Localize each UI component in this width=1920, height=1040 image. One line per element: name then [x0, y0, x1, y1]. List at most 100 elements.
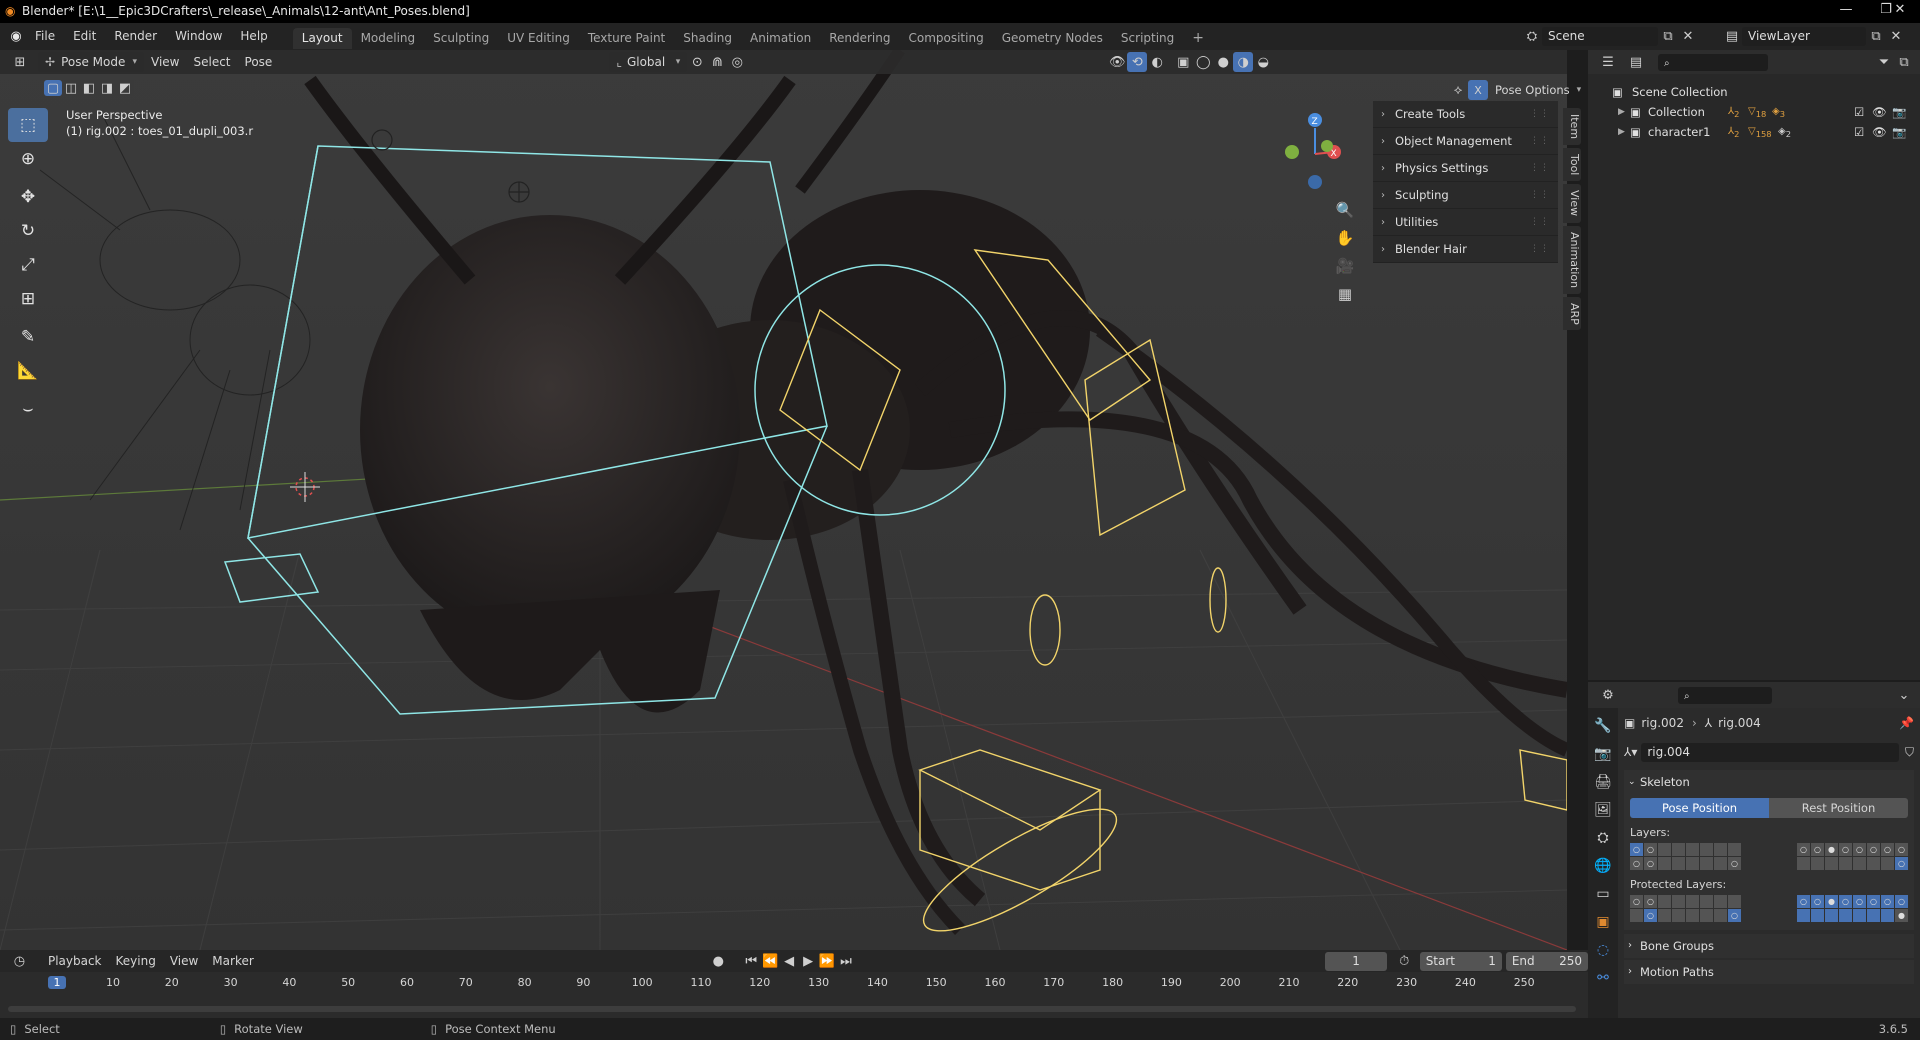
outliner-editor-icon[interactable]: ☰ — [1598, 52, 1618, 72]
layer-toggle[interactable]: ○ — [1644, 895, 1657, 908]
layer-toggle[interactable]: ○ — [1839, 895, 1852, 908]
layer-toggle[interactable] — [1700, 857, 1713, 870]
overlay-icon[interactable]: ◐ — [1147, 52, 1167, 72]
scene-icon[interactable]: ⛭ — [1522, 26, 1542, 46]
layer-toggle[interactable] — [1714, 895, 1727, 908]
properties-search-input[interactable]: ⌕ — [1678, 686, 1772, 704]
layer-toggle[interactable]: ○ — [1895, 843, 1908, 856]
select-invert-icon[interactable]: ◨ — [98, 80, 116, 96]
record-icon[interactable]: ● — [709, 951, 728, 971]
menu-help[interactable]: Help — [231, 23, 276, 50]
pan-hand-icon[interactable]: ✋ — [1332, 224, 1358, 252]
pose-options-dropdown[interactable]: Pose Options — [1488, 80, 1577, 100]
layer-toggle[interactable] — [1797, 857, 1810, 870]
delete-viewlayer-icon[interactable]: ✕ — [1886, 26, 1906, 46]
npanel-utilities[interactable]: › Utilities ⋮⋮ — [1373, 209, 1558, 236]
eye-icon[interactable]: 👁 — [1872, 122, 1887, 142]
new-scene-icon[interactable]: ⧉ — [1658, 26, 1678, 46]
layer-toggle[interactable]: ● — [1825, 843, 1838, 856]
armature-data-icon[interactable]: ⅄▾ — [1624, 745, 1637, 759]
jump-end-icon[interactable]: ⏭ — [837, 951, 856, 971]
tab-view[interactable]: View — [1563, 184, 1581, 223]
layer-toggle[interactable] — [1797, 909, 1810, 922]
eye-icon[interactable]: 👁 — [1872, 102, 1887, 122]
layer-toggle[interactable] — [1658, 843, 1671, 856]
render-tab-icon[interactable]: 📷 — [1588, 740, 1618, 768]
filter-icon[interactable]: ⏷ — [1874, 52, 1894, 72]
orientation-dropdown[interactable]: ⌞ Global ▾ — [609, 52, 688, 72]
end-frame-field[interactable]: End 250 — [1505, 951, 1588, 971]
layer-toggle[interactable]: ○ — [1881, 895, 1894, 908]
layer-toggle[interactable] — [1839, 857, 1852, 870]
render-camera-icon[interactable]: 📷 — [1892, 102, 1906, 122]
npanel-sculpting[interactable]: › Sculpting ⋮⋮ — [1373, 182, 1558, 209]
layer-toggle[interactable] — [1658, 857, 1671, 870]
menu-edit[interactable]: Edit — [64, 23, 105, 50]
rotate-tool-icon[interactable]: ↻ — [8, 214, 48, 248]
exclude-checkbox-icon[interactable]: ☑ — [1854, 122, 1864, 142]
layer-toggle[interactable] — [1686, 895, 1699, 908]
layer-toggle[interactable] — [1658, 909, 1671, 922]
pose-position-button[interactable]: Pose Position — [1630, 798, 1769, 818]
viewlayer-name-field[interactable]: ViewLayer — [1742, 26, 1866, 46]
play-reverse-icon[interactable]: ◀ — [780, 951, 799, 971]
tab-arp[interactable]: ARP — [1563, 296, 1581, 331]
layer-toggle[interactable]: ○ — [1895, 895, 1908, 908]
ortho-grid-icon[interactable]: ▦ — [1332, 280, 1358, 308]
menu-render[interactable]: Render — [105, 23, 166, 50]
constraints-tab-icon[interactable]: ⚯ — [1588, 964, 1618, 992]
delete-scene-icon[interactable]: ✕ — [1678, 26, 1698, 46]
select-extend-icon[interactable]: ◫ — [62, 80, 80, 96]
menu-marker[interactable]: Marker — [205, 951, 260, 971]
layer-toggle[interactable] — [1825, 857, 1838, 870]
new-viewlayer-icon[interactable]: ⧉ — [1866, 26, 1886, 46]
layer-toggle[interactable]: ○ — [1644, 857, 1657, 870]
editor-type-icon[interactable]: ⊞ — [10, 52, 30, 72]
layer-toggle[interactable] — [1853, 909, 1866, 922]
cursor-tool-icon[interactable]: ⊕ — [8, 142, 48, 176]
layer-toggle[interactable]: ○ — [1630, 843, 1643, 856]
collection-tab-icon[interactable]: ▭ — [1588, 880, 1618, 908]
datablock-name-field[interactable]: rig.004 — [1641, 742, 1899, 762]
next-keyframe-icon[interactable]: ⏩ — [818, 951, 837, 971]
frame-ruler[interactable]: 1 10 20 30 40 50 60 70 80 90 100 110 120 130 140 150 160… — [0, 972, 1588, 996]
tab-modeling[interactable]: Modeling — [352, 28, 425, 49]
menu-view[interactable]: View — [144, 52, 186, 72]
tab-geometry-nodes[interactable]: Geometry Nodes — [993, 28, 1112, 49]
tab-rendering[interactable]: Rendering — [820, 28, 899, 49]
snap-icon[interactable]: ⋒ — [707, 52, 727, 72]
layer-toggle[interactable]: ○ — [1728, 909, 1741, 922]
scale-tool-icon[interactable]: ⤢ — [8, 248, 48, 282]
tab-tool[interactable]: Tool — [1563, 148, 1581, 182]
auto-ik-icon[interactable]: ⟡ — [1448, 80, 1468, 100]
visibility-icon[interactable]: 👁 — [1107, 52, 1127, 72]
zoom-icon[interactable]: 🔍 — [1332, 196, 1358, 224]
menu-playback[interactable]: Playback — [41, 951, 109, 971]
menu-window[interactable]: Window — [166, 23, 231, 50]
timeline-scrollbar[interactable] — [8, 1006, 1576, 1012]
pin-icon[interactable]: 📌 — [1899, 716, 1914, 730]
layer-toggle[interactable] — [1700, 843, 1713, 856]
layer-toggle[interactable]: ○ — [1630, 857, 1643, 870]
chevron-down-icon[interactable]: ⌄ — [1894, 685, 1914, 705]
viewlayer-icon[interactable]: ▤ — [1722, 26, 1742, 46]
expand-arrow-icon[interactable]: ▶ — [1618, 102, 1625, 122]
layer-toggle[interactable] — [1630, 909, 1643, 922]
tab-uv-editing[interactable]: UV Editing — [498, 28, 579, 49]
menu-select[interactable]: Select — [186, 52, 237, 72]
display-mode-icon[interactable]: ▤ — [1626, 52, 1646, 72]
layer-toggle[interactable]: ○ — [1853, 843, 1866, 856]
prev-keyframe-icon[interactable]: ⏪ — [761, 951, 780, 971]
outliner-search-input[interactable]: ⌕ — [1658, 53, 1768, 71]
layer-toggle[interactable] — [1686, 909, 1699, 922]
layer-toggle[interactable] — [1728, 843, 1741, 856]
layer-toggle[interactable] — [1686, 843, 1699, 856]
layer-toggle[interactable] — [1672, 843, 1685, 856]
layer-toggle[interactable] — [1811, 857, 1824, 870]
layer-toggle[interactable] — [1714, 909, 1727, 922]
properties-editor-icon[interactable]: ⚙ — [1598, 685, 1618, 705]
layer-toggle[interactable]: ○ — [1797, 843, 1810, 856]
material-shading-icon[interactable]: ◑ — [1233, 52, 1254, 72]
layer-toggle[interactable]: ○ — [1644, 909, 1657, 922]
layer-toggle[interactable] — [1867, 857, 1880, 870]
